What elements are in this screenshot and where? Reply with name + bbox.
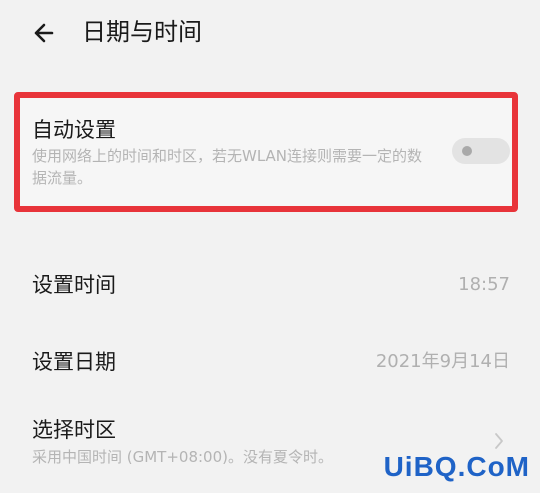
auto-setting-title: 自动设置 [32, 118, 116, 142]
page-title: 日期与时间 [82, 18, 202, 46]
app-header: 日期与时间 [0, 0, 540, 66]
auto-setting-toggle[interactable] [452, 138, 510, 164]
set-date-value: 2021年9月14日 [375, 351, 510, 372]
toggle-knob [462, 146, 472, 156]
auto-setting-description: 使用网络上的时间和时区，若无WLAN连接则需要一定的数据流量。 [32, 147, 423, 187]
watermark-text: UiBQ.CoM [383, 451, 530, 482]
set-time-label[interactable]: 设置时间 [32, 270, 116, 300]
set-date-label[interactable]: 设置日期 [32, 347, 116, 377]
back-arrow-icon[interactable] [30, 16, 64, 50]
select-timezone-label[interactable]: 选择时区 [32, 415, 116, 445]
timezone-subtitle: 采用中国时间 (GMT+08:00)。没有夏令时。 [32, 448, 333, 466]
watermark-logo: UiBQ.CoM [384, 448, 530, 486]
set-time-value: 18:57 [458, 274, 510, 295]
